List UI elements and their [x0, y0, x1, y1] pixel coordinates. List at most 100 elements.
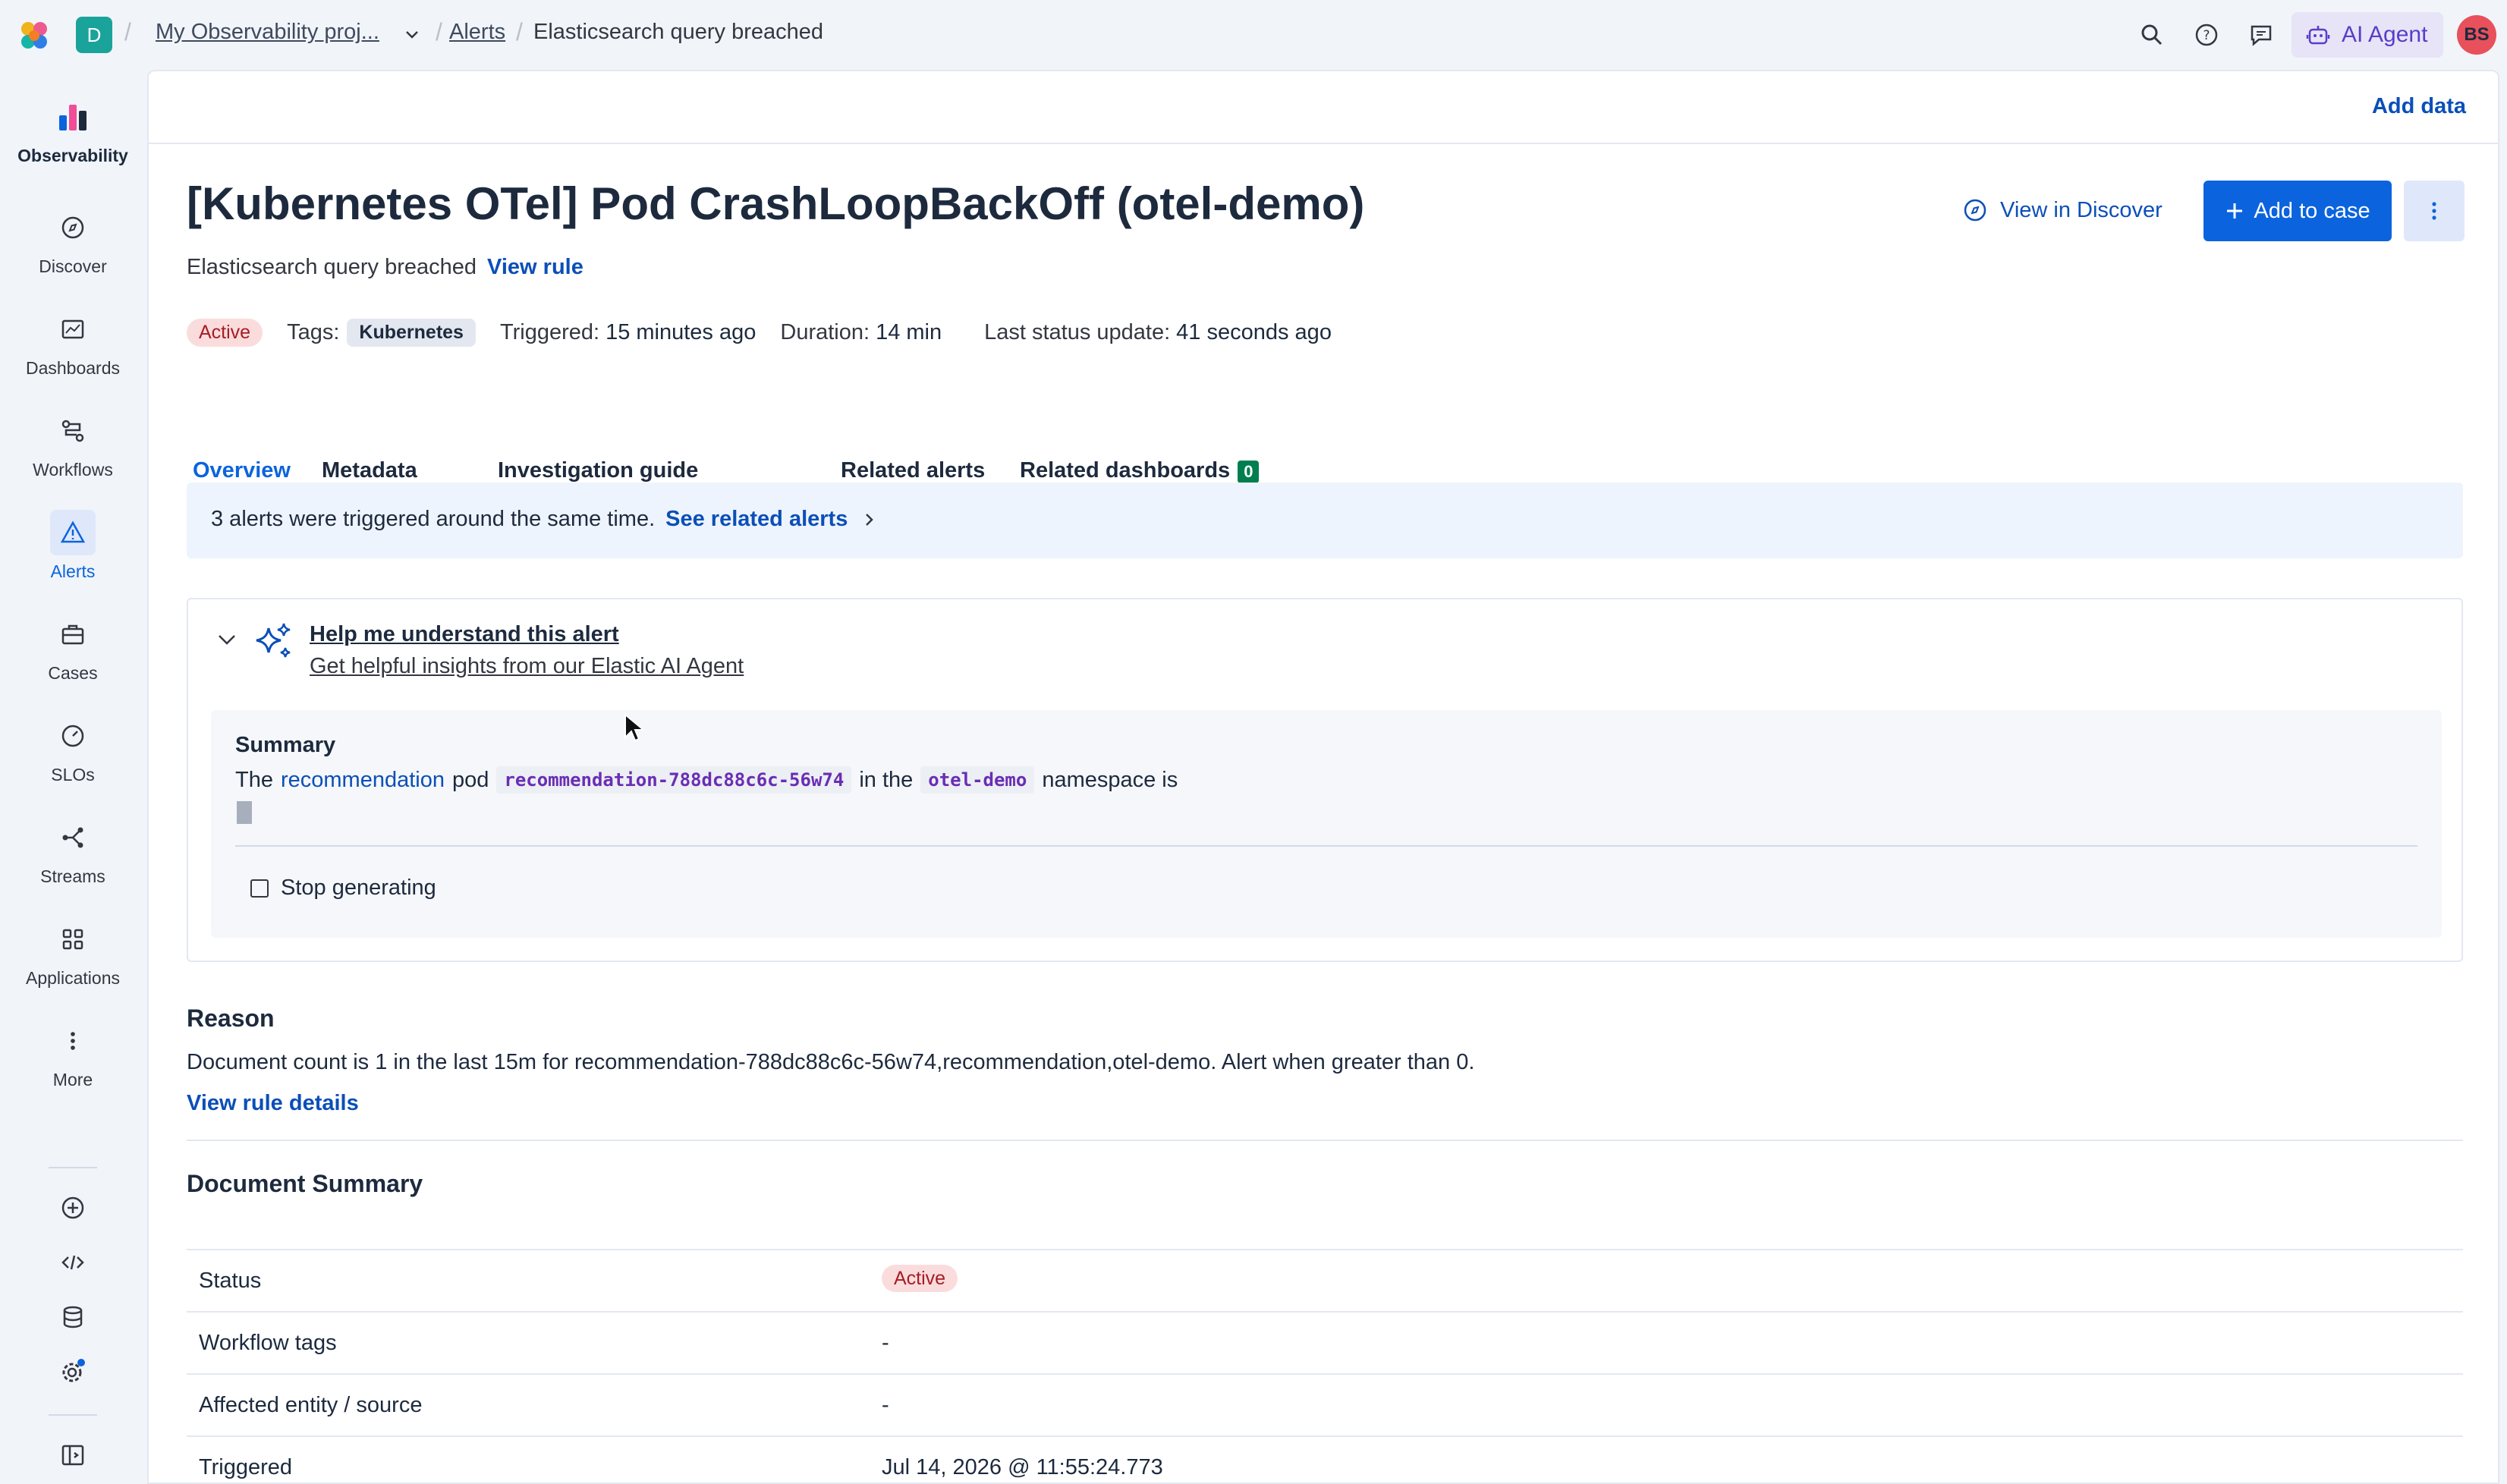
chevron-right-icon[interactable] [861, 512, 876, 527]
sidebar-item-label: Workflows [33, 460, 113, 479]
sidebar-item-slos[interactable]: SLOs [0, 713, 146, 785]
stop-generating-button[interactable]: Stop generating [250, 876, 436, 901]
reason-text: Document count is 1 in the last 15m for … [187, 1050, 1475, 1074]
tag-badge[interactable]: Kubernetes [347, 319, 476, 347]
breadcrumb-alerts[interactable]: Alerts [449, 20, 505, 45]
sidebar-item-applications[interactable]: Applications [0, 916, 146, 989]
table-row: Status Active [187, 1249, 2463, 1311]
elastic-logo-icon[interactable] [15, 17, 53, 55]
summary-suffix: namespace is [1042, 767, 1178, 792]
table-row: Affected entity / source - [187, 1373, 2463, 1435]
sidebar-item-cases[interactable]: Cases [0, 612, 146, 684]
gauge-icon [50, 713, 96, 759]
sparkles-icon [256, 623, 291, 658]
row-key: Workflow tags [199, 1331, 337, 1355]
more-actions-button[interactable] [2404, 181, 2465, 241]
section-divider [187, 1140, 2463, 1141]
row-key: Triggered [199, 1455, 293, 1479]
sidebar-divider [49, 1167, 97, 1168]
callout-text: 3 alerts were triggered around the same … [211, 507, 876, 532]
see-related-alerts-link[interactable]: See related alerts [665, 507, 848, 531]
page-action-bar: Add data [149, 71, 2498, 144]
ai-agent-button[interactable]: AI Agent [2292, 12, 2443, 58]
chevron-down-icon[interactable] [404, 26, 420, 42]
database-icon[interactable] [53, 1297, 93, 1337]
pod-name-code: recommendation-788dc88c6c-56w74 [496, 766, 852, 794]
grid-icon [50, 916, 96, 962]
svg-text:?: ? [2203, 28, 2210, 43]
summary-pod-word: pod [451, 767, 489, 792]
tab-label: Overview [193, 458, 291, 483]
page-title: [Kubernetes OTel] Pod CrashLoopBackOff (… [187, 178, 1365, 229]
view-in-discover-label: View in Discover [2000, 197, 2163, 222]
summary-prefix: The [235, 767, 273, 792]
document-summary-heading: Document Summary [187, 1170, 423, 1197]
streams-icon [50, 815, 96, 860]
ai-panel-title[interactable]: Help me understand this alert [310, 622, 619, 647]
view-rule-link[interactable]: View rule [487, 255, 583, 279]
help-icon[interactable]: ? [2191, 20, 2222, 50]
gear-icon[interactable] [53, 1352, 93, 1391]
table-row: Triggered Jul 14, 2026 @ 11:55:24.773 [187, 1435, 2463, 1482]
namespace-code: otel-demo [920, 766, 1035, 794]
sidebar-item-label: Applications [25, 968, 121, 988]
summary-heading: Summary [235, 733, 336, 757]
sidebar-item-label: SLOs [51, 765, 95, 784]
callout-message: 3 alerts were triggered around the same … [211, 507, 656, 531]
warning-icon [50, 510, 96, 555]
breadcrumb-current: Elasticsearch query breached [533, 20, 824, 44]
chevron-down-icon[interactable] [215, 628, 238, 651]
last-update-value: 41 seconds ago [1176, 320, 1332, 344]
ai-panel-subtitle[interactable]: Get helpful insights from our Elastic AI… [310, 654, 744, 679]
add-to-case-button[interactable]: Add to case [2203, 181, 2392, 241]
sidebar-item-workflows[interactable]: Workflows [0, 408, 146, 480]
alert-meta-row: Active Tags: Kubernetes Triggered: 15 mi… [187, 319, 1332, 347]
dashboard-icon [50, 307, 96, 352]
view-rule-details-link[interactable]: View rule details [187, 1091, 359, 1116]
count-badge: 0 [1238, 461, 1260, 483]
add-to-case-label: Add to case [2254, 198, 2370, 223]
recommendation-link[interactable]: recommendation [281, 768, 445, 793]
tab-label: Metadata [322, 458, 417, 483]
breadcrumb-separator: / [516, 18, 523, 46]
feedback-icon[interactable] [2246, 20, 2276, 50]
user-avatar[interactable]: BS [2457, 15, 2496, 55]
breadcrumb-separator: / [124, 18, 131, 46]
observability-logo-icon [50, 94, 96, 140]
sidebar-item-label: Observability [17, 146, 128, 165]
row-value: - [882, 1393, 889, 1417]
sidebar-item-discover[interactable]: Discover [0, 205, 146, 277]
row-key: Status [199, 1269, 262, 1293]
row-value: Jul 14, 2026 @ 11:55:24.773 [882, 1455, 1163, 1479]
main-panel: Add data [Kubernetes OTel] Pod CrashLoop… [147, 70, 2499, 1484]
add-circle-icon[interactable] [53, 1188, 93, 1228]
sidebar-divider [49, 1414, 97, 1416]
search-icon[interactable] [2137, 20, 2167, 50]
sidebar-item-alerts[interactable]: Alerts [0, 510, 146, 582]
sidebar-item-observability[interactable]: Observability [0, 94, 146, 166]
duration-value: 14 min [876, 320, 942, 344]
collapse-sidebar-icon[interactable] [53, 1435, 93, 1475]
view-in-discover-button[interactable]: View in Discover [1962, 197, 2163, 223]
space-badge[interactable]: D [76, 17, 112, 53]
add-data-link[interactable]: Add data [2372, 94, 2466, 119]
tab-label: Related alerts [841, 458, 986, 483]
status-badge: Active [882, 1265, 958, 1292]
code-icon[interactable] [53, 1243, 93, 1282]
row-key: Affected entity / source [199, 1393, 423, 1417]
sidebar: Observability Discover Dashboards Workfl… [0, 70, 146, 1484]
table-row: Workflow tags - [187, 1311, 2463, 1373]
sidebar-item-label: Alerts [50, 561, 96, 581]
alert-subtitle: Elasticsearch query breached View rule [187, 255, 583, 280]
related-alerts-callout: 3 alerts were triggered around the same … [187, 483, 2463, 558]
sidebar-item-more[interactable]: More [0, 1018, 146, 1090]
stop-icon [250, 879, 269, 898]
sidebar-item-label: Dashboards [25, 358, 121, 378]
status-badge: Active [187, 319, 263, 347]
breadcrumb-project[interactable]: My Observability proj... [156, 20, 379, 45]
sidebar-item-dashboards[interactable]: Dashboards [0, 307, 146, 379]
triggered-value: 15 minutes ago [606, 320, 757, 344]
sidebar-item-streams[interactable]: Streams [0, 815, 146, 887]
sidebar-item-label: Cases [48, 663, 98, 683]
ai-insight-panel: Help me understand this alert Get helpfu… [187, 598, 2463, 962]
